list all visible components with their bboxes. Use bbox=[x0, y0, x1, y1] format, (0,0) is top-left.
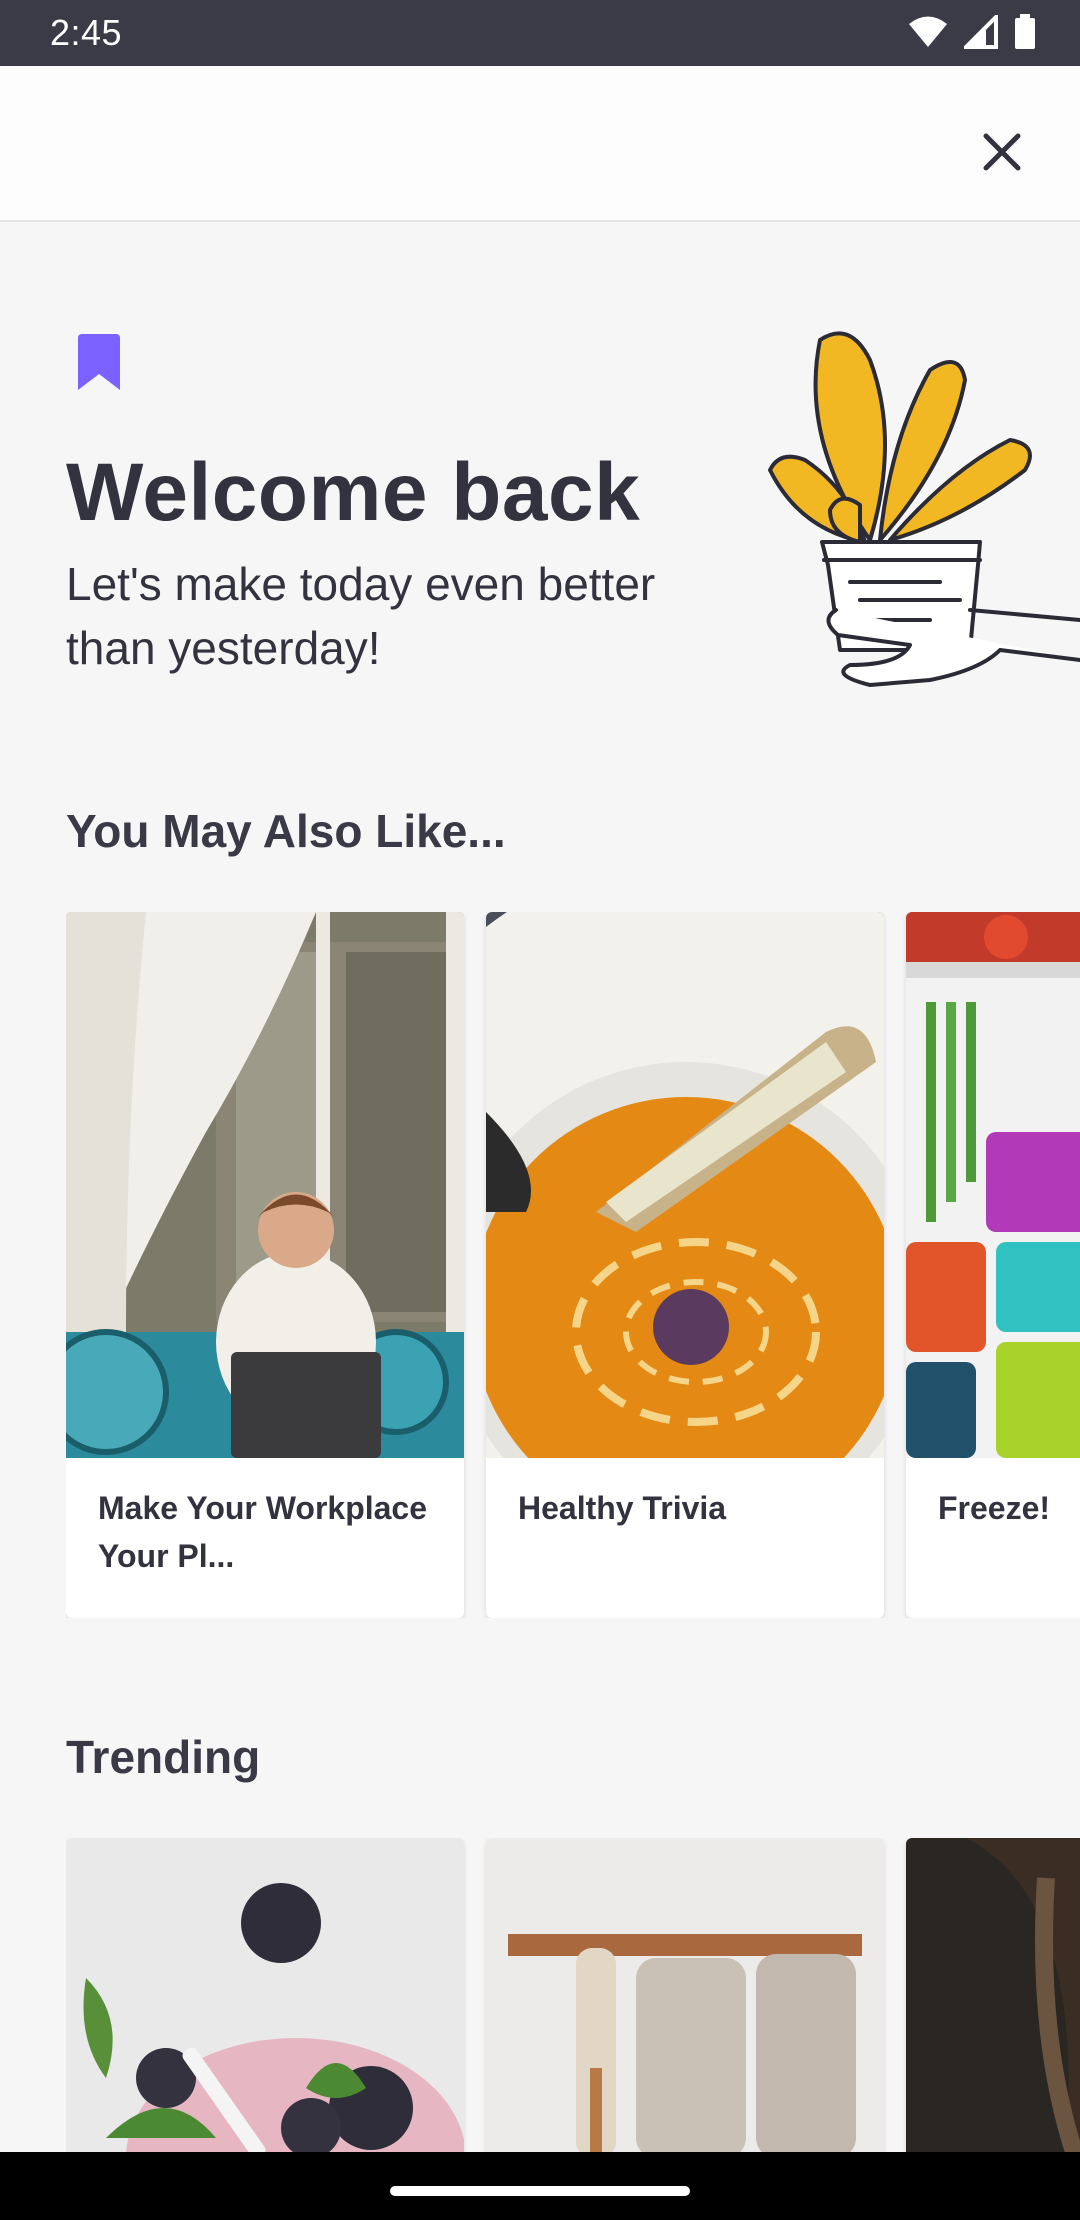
smoothie-photo bbox=[66, 1838, 464, 2158]
wifi-icon bbox=[909, 16, 947, 47]
navigation-bar bbox=[0, 2152, 1080, 2220]
card-label: Make Your Workplace Your Pl... bbox=[98, 1490, 428, 1574]
trending-card-towels[interactable] bbox=[486, 1838, 884, 2158]
you-may-also-like-title: You May Also Like... bbox=[66, 805, 506, 857]
recommendation-card-healthy-trivia[interactable]: Healthy Trivia bbox=[486, 912, 884, 1618]
status-bar: 2:45 bbox=[0, 0, 1080, 66]
welcome-subtitle: Let's make today even better than yester… bbox=[66, 558, 656, 674]
card-label: Freeze! bbox=[938, 1490, 1051, 1526]
trending-card-smoothie[interactable] bbox=[66, 1838, 464, 2158]
close-button[interactable] bbox=[966, 116, 1038, 188]
you-may-also-like-carousel[interactable]: Make Your Workplace Your Pl... Healthy T… bbox=[66, 912, 1080, 1618]
trending-carousel[interactable] bbox=[66, 1838, 1080, 2158]
battery-icon bbox=[1015, 14, 1035, 49]
plant-illustration bbox=[768, 331, 1080, 687]
recommendation-card-workplace[interactable]: Make Your Workplace Your Pl... bbox=[66, 912, 464, 1618]
portrait-photo bbox=[906, 1838, 1080, 2158]
bookmark-icon bbox=[78, 334, 120, 390]
trending-title: Trending bbox=[66, 1731, 261, 1783]
signal-icon bbox=[964, 15, 998, 49]
recommendation-card-freeze[interactable]: Freeze! bbox=[906, 912, 1080, 1618]
card-label: Healthy Trivia bbox=[518, 1490, 727, 1526]
containers-photo bbox=[906, 912, 1080, 1458]
workplace-photo bbox=[66, 912, 464, 1458]
towels-photo bbox=[486, 1838, 884, 2158]
welcome-title: Welcome back bbox=[66, 447, 641, 538]
status-icons bbox=[908, 14, 1036, 50]
trending-card-portrait[interactable] bbox=[906, 1838, 1080, 2158]
soup-photo bbox=[486, 912, 884, 1458]
top-bar bbox=[0, 66, 1080, 222]
close-icon bbox=[983, 133, 1021, 171]
home-gesture-handle[interactable] bbox=[390, 2186, 690, 2196]
status-time: 2:45 bbox=[50, 12, 123, 53]
